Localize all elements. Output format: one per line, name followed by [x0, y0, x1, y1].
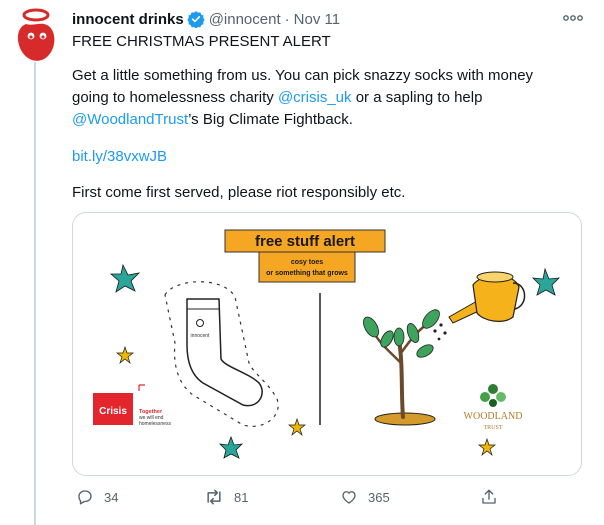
reply-icon: [78, 490, 92, 505]
retweet-count: 81: [234, 489, 249, 505]
separator: ·: [284, 10, 290, 28]
crisis-logo-text: Crisis: [99, 406, 127, 417]
reply-count: 34: [104, 489, 119, 505]
tweet-date[interactable]: Nov 11: [294, 11, 340, 28]
thread-line: [34, 62, 36, 525]
media-card[interactable]: free stuff alert cosy toes or something …: [72, 212, 582, 476]
yellow-star-icon: [478, 437, 496, 457]
url-link[interactable]: bit.ly/38vxwJB: [72, 146, 167, 168]
teal-star-icon: [531, 267, 561, 296]
like-button[interactable]: 365: [340, 484, 390, 510]
banner-title: free stuff alert: [255, 233, 355, 250]
mention-woodland-link[interactable]: @WoodlandTrust: [72, 111, 188, 128]
yellow-star-icon: [288, 417, 306, 437]
sock-illustration: innocent: [164, 281, 279, 427]
banner-line2: or something that grows: [266, 270, 348, 277]
text-segment: going to homelessness charity: [72, 89, 278, 106]
woodland-text2: TRUST: [483, 425, 502, 431]
banner: free stuff alert cosy toes or something …: [224, 229, 386, 283]
tweet-line-1: FREE CHRISTMAS PRESENT ALERT: [72, 33, 331, 50]
share-icon: [482, 489, 496, 504]
teal-star-icon: [109, 263, 141, 293]
share-button[interactable]: [480, 484, 508, 510]
tweet-header: innocent drinks @innocent · Nov 11: [72, 8, 340, 30]
woodland-trust-logo: WOODLAND TRUST: [464, 384, 523, 431]
text-segment: ’s Big Climate Fightback.: [188, 111, 353, 128]
sock-brand: innocent: [191, 333, 211, 339]
innocent-logo-icon[interactable]: [14, 6, 58, 64]
verified-badge-icon: [186, 10, 205, 29]
like-icon: [342, 491, 356, 504]
tweet-para-line-c: @WoodlandTrust’s Big Climate Fightback.: [72, 109, 353, 131]
tweet-closing-line: First come first served, please riot res…: [72, 184, 406, 201]
author-handle[interactable]: @innocent: [209, 11, 281, 28]
reply-button[interactable]: 34: [76, 484, 118, 510]
like-count: 365: [368, 489, 390, 505]
mention-crisis-link[interactable]: @crisis_uk: [278, 89, 352, 106]
watering-can-illustration: [433, 271, 526, 341]
tweet-para-line-b: going to homelessness charity @crisis_uk…: [72, 87, 482, 109]
tweet-para-line-a: Get a little something from us. You can …: [72, 67, 534, 84]
retweet-button[interactable]: 81: [204, 484, 248, 510]
author-name[interactable]: innocent drinks: [72, 11, 184, 28]
teal-star-icon: [218, 435, 244, 459]
tweet-actions: 34 81 365: [72, 484, 582, 510]
banner-line1: cosy toes: [291, 259, 323, 266]
sapling-illustration: [363, 309, 440, 426]
retweet-icon: [207, 489, 221, 505]
more-options-icon[interactable]: [562, 10, 584, 26]
tweet: innocent drinks @innocent · Nov 11 FREE …: [0, 0, 604, 525]
text-segment: or a sapling to help: [351, 89, 483, 106]
woodland-text1: WOODLAND: [464, 411, 523, 422]
crisis-tag3: homelessness: [139, 421, 171, 427]
yellow-star-icon: [116, 345, 134, 365]
crisis-logo: Crisis Together we will end homelessness: [93, 384, 171, 427]
